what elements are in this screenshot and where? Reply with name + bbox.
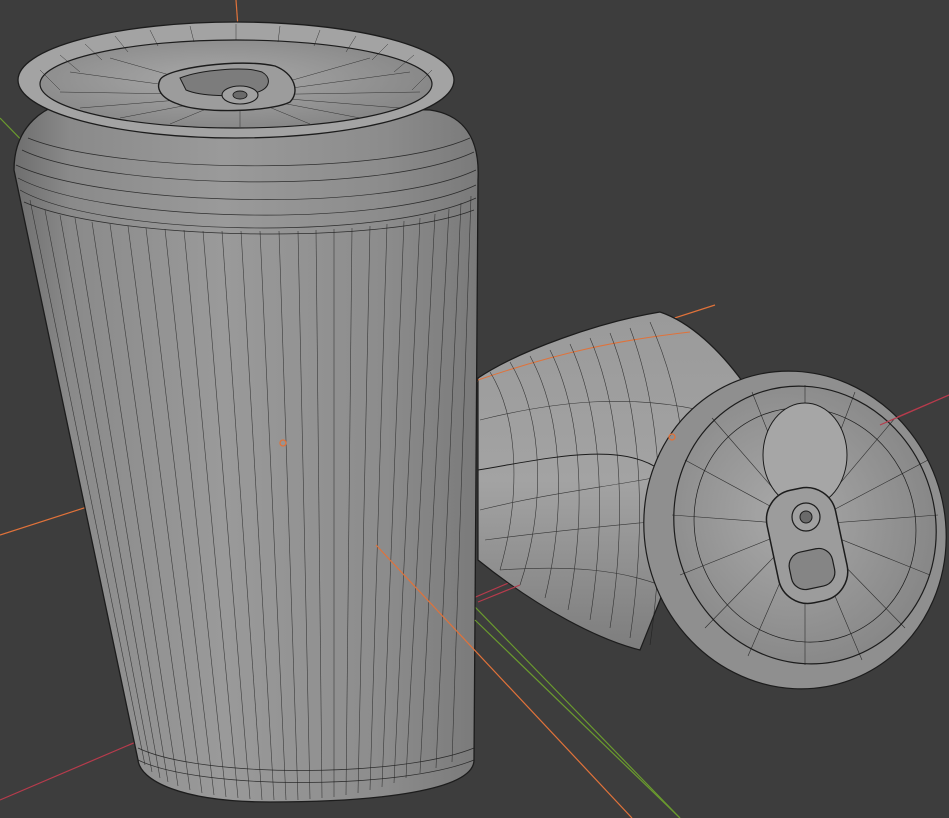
y-axis-line xyxy=(474,619,681,818)
fallen-can-mesh[interactable] xyxy=(477,311,949,732)
upright-can-body xyxy=(13,99,479,803)
3d-viewport[interactable] xyxy=(0,0,949,818)
upright-pull-tab xyxy=(157,62,296,112)
upright-can-mesh[interactable] xyxy=(13,21,479,803)
x-axis-line xyxy=(879,394,949,426)
